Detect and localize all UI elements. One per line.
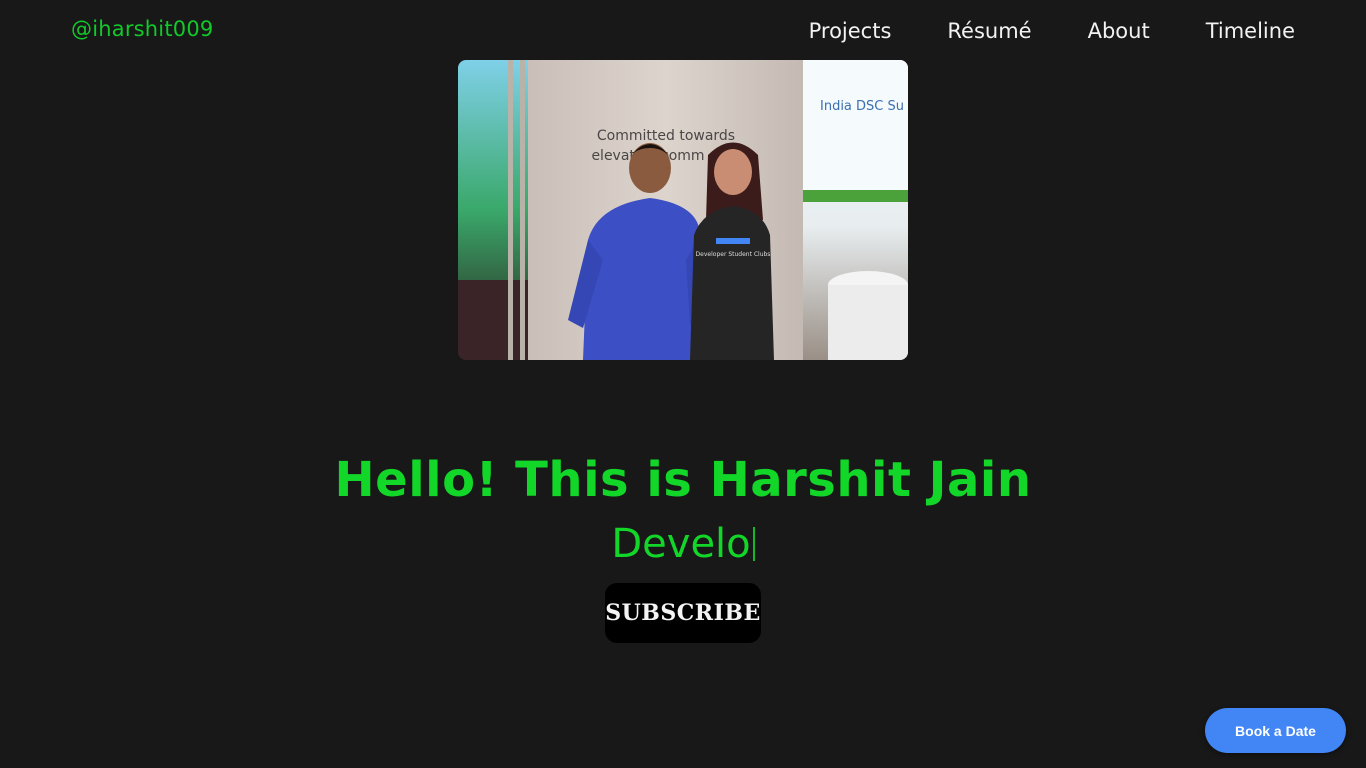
book-a-date-button[interactable]: Book a Date [1205, 708, 1346, 753]
hero-subtitle: Develo [0, 521, 1366, 567]
main-nav: Projects Résumé About Timeline [809, 17, 1295, 45]
nav-projects[interactable]: Projects [809, 17, 892, 45]
page: @iharshit009 Projects Résumé About Timel… [0, 0, 1366, 768]
shirt-text: Developer Student Clubs [696, 251, 771, 258]
banner-text-1: Committed towards [597, 128, 735, 144]
event-photo-illustration: Committed towards elevating comm India D… [458, 60, 908, 360]
profile-photo: Committed towards elevating comm India D… [458, 60, 908, 360]
nav-timeline[interactable]: Timeline [1206, 17, 1295, 45]
screen-text: India DSC Su [820, 99, 904, 114]
hero-title: Hello! This is Harshit Jain [334, 452, 1032, 508]
typed-subtitle: Develo [611, 521, 751, 567]
typing-caret [752, 527, 755, 561]
subscribe-button[interactable]: SUBSCRIBE [605, 583, 761, 643]
nav-resume[interactable]: Résumé [947, 17, 1031, 45]
brand-link[interactable]: @iharshit009 [71, 17, 213, 41]
nav-about[interactable]: About [1088, 17, 1150, 45]
